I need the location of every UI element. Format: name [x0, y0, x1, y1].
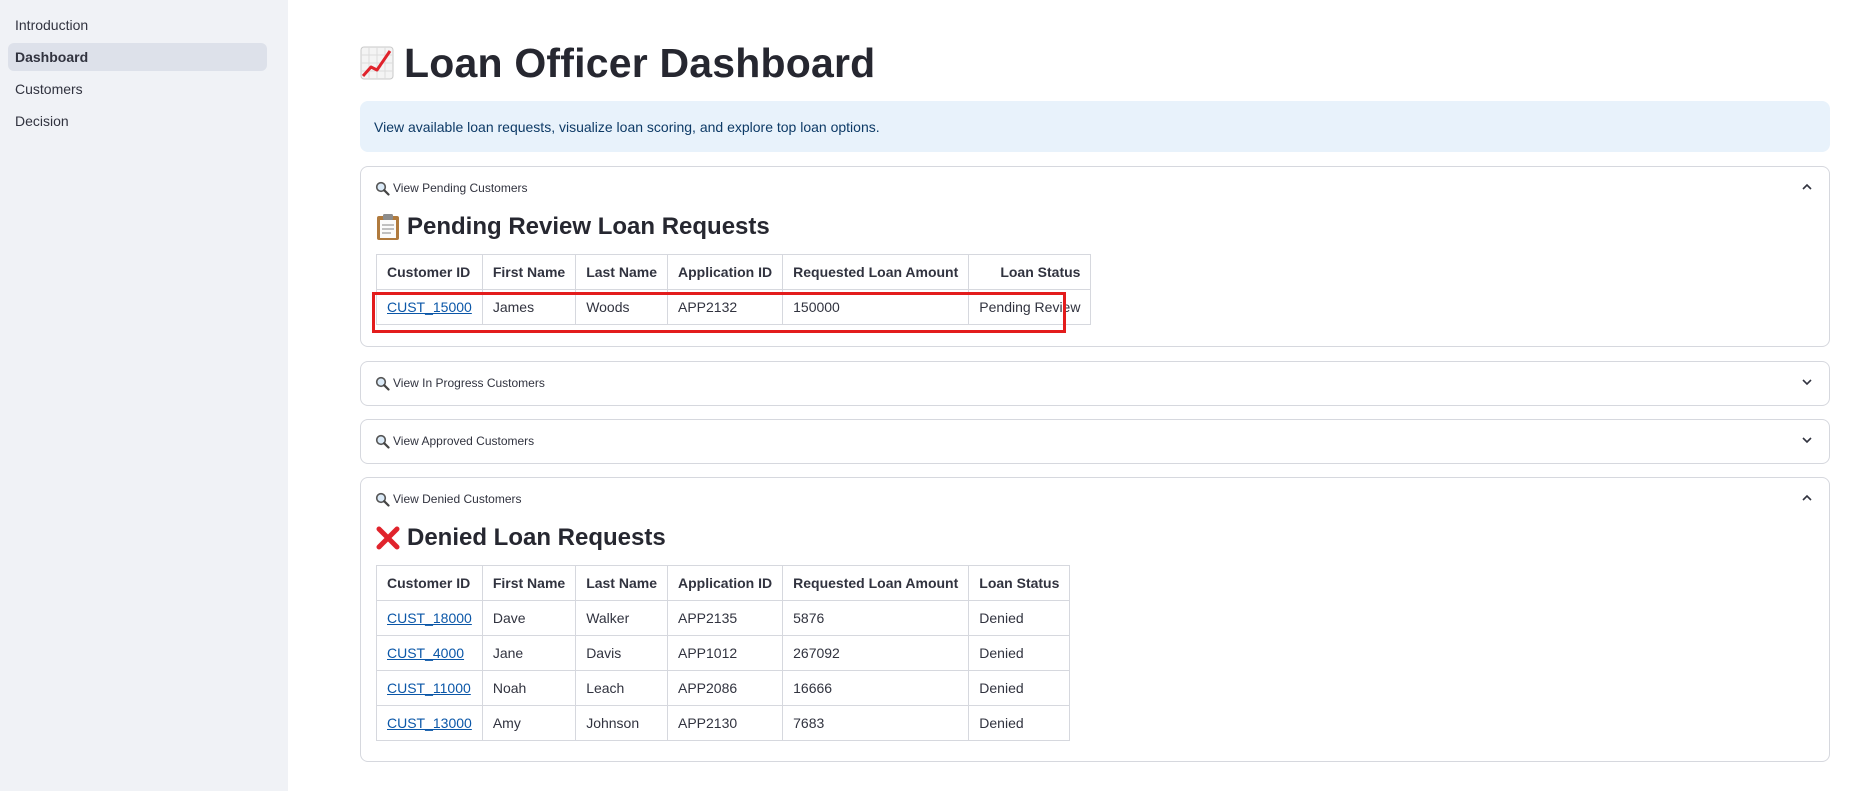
- clipboard-icon: [375, 213, 401, 241]
- table-cell: CUST_11000: [376, 670, 483, 706]
- table-cell: APP2135: [666, 600, 784, 636]
- table-row: CUST_11000 Noah Leach APP2086 16666 Deni…: [376, 670, 1071, 706]
- column-header: Requested Loan Amount: [782, 254, 970, 290]
- customer-id-link[interactable]: CUST_4000: [387, 645, 464, 661]
- main-content: Loan Officer Dashboard View available lo…: [288, 0, 1867, 791]
- expander-denied-header[interactable]: View Denied Customers: [361, 478, 1829, 520]
- info-banner: View available loan requests, visualize …: [360, 101, 1830, 152]
- sidebar-item-introduction[interactable]: Introduction: [8, 11, 267, 39]
- expander-pending-label: View Pending Customers: [393, 181, 528, 195]
- table-cell: Johnson: [575, 705, 668, 741]
- column-header: First Name: [481, 254, 577, 290]
- expander-in-progress: View In Progress Customers: [360, 361, 1830, 406]
- table-header-row: Customer ID First Name Last Name Applica…: [376, 565, 1071, 601]
- chevron-down-icon[interactable]: [1801, 434, 1813, 446]
- sidebar: Introduction Dashboard Customers Decisio…: [0, 0, 288, 791]
- table-cell: Leach: [575, 670, 668, 706]
- table-cell: Denied: [968, 635, 1071, 671]
- table-cell: Dave: [481, 600, 577, 636]
- table-cell: APP2132: [666, 289, 784, 325]
- magnifying-glass-icon: [375, 376, 390, 391]
- magnifying-glass-icon: [375, 434, 390, 449]
- column-header: First Name: [481, 565, 577, 601]
- magnifying-glass-icon: [375, 492, 390, 507]
- column-header: Last Name: [575, 254, 668, 290]
- table-row: CUST_15000 James Woods APP2132 150000 Pe…: [376, 289, 1092, 325]
- table-cell: 5876: [782, 600, 970, 636]
- cross-mark-icon: [375, 524, 401, 552]
- table-cell: Denied: [968, 705, 1071, 741]
- table-cell: CUST_13000: [376, 705, 483, 741]
- table-cell: APP2086: [666, 670, 784, 706]
- section-title-denied-text: Denied Loan Requests: [407, 524, 666, 551]
- table-cell: APP1012: [666, 635, 784, 671]
- column-header: Loan Status: [968, 565, 1071, 601]
- expander-approved-label: View Approved Customers: [393, 434, 535, 448]
- chevron-down-icon[interactable]: [1801, 376, 1813, 388]
- table-row: CUST_13000 Amy Johnson APP2130 7683 Deni…: [376, 705, 1071, 741]
- expander-denied: View Denied Customers Denied Loan Reques…: [360, 477, 1830, 762]
- customer-id-link[interactable]: CUST_18000: [387, 610, 472, 626]
- pending-table: Customer ID First Name Last Name Applica…: [376, 254, 1092, 325]
- app-root: Introduction Dashboard Customers Decisio…: [0, 0, 1867, 791]
- column-header: Customer ID: [376, 565, 483, 601]
- table-cell: Denied: [968, 600, 1071, 636]
- expander-in-progress-label: View In Progress Customers: [393, 376, 545, 390]
- chevron-up-icon[interactable]: [1801, 492, 1813, 504]
- denied-table: Customer ID First Name Last Name Applica…: [376, 565, 1071, 741]
- customer-id-link[interactable]: CUST_11000: [387, 680, 471, 696]
- expander-approved: View Approved Customers: [360, 419, 1830, 464]
- table-header-row: Customer ID First Name Last Name Applica…: [376, 254, 1092, 290]
- table-cell: Amy: [481, 705, 577, 741]
- table-cell: Denied: [968, 670, 1071, 706]
- chevron-up-icon[interactable]: [1801, 181, 1813, 193]
- table-cell: 16666: [782, 670, 970, 706]
- expander-in-progress-header[interactable]: View In Progress Customers: [361, 362, 1829, 404]
- table-cell: Walker: [575, 600, 668, 636]
- table-row: CUST_18000 Dave Walker APP2135 5876 Deni…: [376, 600, 1071, 636]
- table-cell: CUST_18000: [376, 600, 483, 636]
- chart-increasing-icon: [360, 43, 394, 83]
- section-title-pending: Pending Review Loan Requests: [375, 209, 1829, 245]
- table-cell: CUST_15000: [376, 289, 483, 325]
- table-cell: Noah: [481, 670, 577, 706]
- sidebar-item-decision[interactable]: Decision: [8, 107, 267, 135]
- table-cell: CUST_4000: [376, 635, 483, 671]
- info-banner-text: View available loan requests, visualize …: [374, 118, 880, 135]
- magnifying-glass-icon: [375, 181, 390, 196]
- section-title-denied: Denied Loan Requests: [375, 520, 1829, 556]
- expander-approved-header[interactable]: View Approved Customers: [361, 420, 1829, 462]
- page-title-text: Loan Officer Dashboard: [404, 39, 876, 86]
- table-row: CUST_4000 Jane Davis APP1012 267092 Deni…: [376, 635, 1071, 671]
- column-header: Application ID: [666, 565, 784, 601]
- column-header: Application ID: [666, 254, 784, 290]
- table-cell: 267092: [782, 635, 970, 671]
- table-cell: 150000: [782, 289, 970, 325]
- sidebar-item-dashboard[interactable]: Dashboard: [8, 43, 267, 71]
- section-title-pending-text: Pending Review Loan Requests: [407, 213, 770, 240]
- column-header: Last Name: [575, 565, 668, 601]
- column-header: Customer ID: [376, 254, 483, 290]
- table-cell: Jane: [481, 635, 577, 671]
- table-cell: 7683: [782, 705, 970, 741]
- table-cell: Davis: [575, 635, 668, 671]
- column-header: Requested Loan Amount: [782, 565, 970, 601]
- column-header: Loan Status: [968, 254, 1092, 290]
- expander-pending-header[interactable]: View Pending Customers: [361, 167, 1829, 209]
- table-cell: Woods: [575, 289, 668, 325]
- page-title: Loan Officer Dashboard: [360, 36, 875, 90]
- customer-id-link[interactable]: CUST_15000: [387, 299, 472, 315]
- table-cell: Pending Review: [968, 289, 1092, 325]
- table-cell: APP2130: [666, 705, 784, 741]
- table-cell: James: [481, 289, 577, 325]
- sidebar-item-customers[interactable]: Customers: [8, 75, 267, 103]
- expander-pending: View Pending Customers Pending Review Lo…: [360, 166, 1830, 347]
- expander-denied-label: View Denied Customers: [393, 492, 522, 506]
- customer-id-link[interactable]: CUST_13000: [387, 715, 472, 731]
